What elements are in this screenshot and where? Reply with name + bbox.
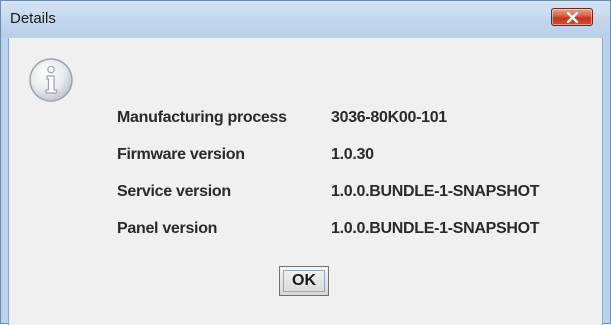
- details-dialog: Details Manufacturing process 3036-80K00…: [0, 0, 611, 325]
- detail-value: 1.0.0.BUNDLE-1-SNAPSHOT: [331, 220, 540, 237]
- detail-value: 3036-80K00-101: [331, 109, 447, 126]
- close-icon: [566, 12, 579, 23]
- title-bar[interactable]: Details: [1, 1, 610, 37]
- detail-label: Firmware version: [117, 146, 245, 163]
- detail-value: 1.0.30: [331, 146, 374, 163]
- ok-button[interactable]: OK: [279, 266, 329, 296]
- close-button[interactable]: [551, 8, 593, 26]
- ok-button-label: OK: [283, 270, 325, 292]
- detail-label: Panel version: [117, 220, 218, 237]
- detail-label: Service version: [117, 183, 231, 200]
- detail-label: Manufacturing process: [117, 109, 287, 126]
- detail-value: 1.0.0.BUNDLE-1-SNAPSHOT: [331, 183, 540, 200]
- dialog-content: Manufacturing process 3036-80K00-101 Fir…: [8, 38, 603, 325]
- window-title: Details: [10, 10, 56, 27]
- info-icon: [29, 58, 73, 102]
